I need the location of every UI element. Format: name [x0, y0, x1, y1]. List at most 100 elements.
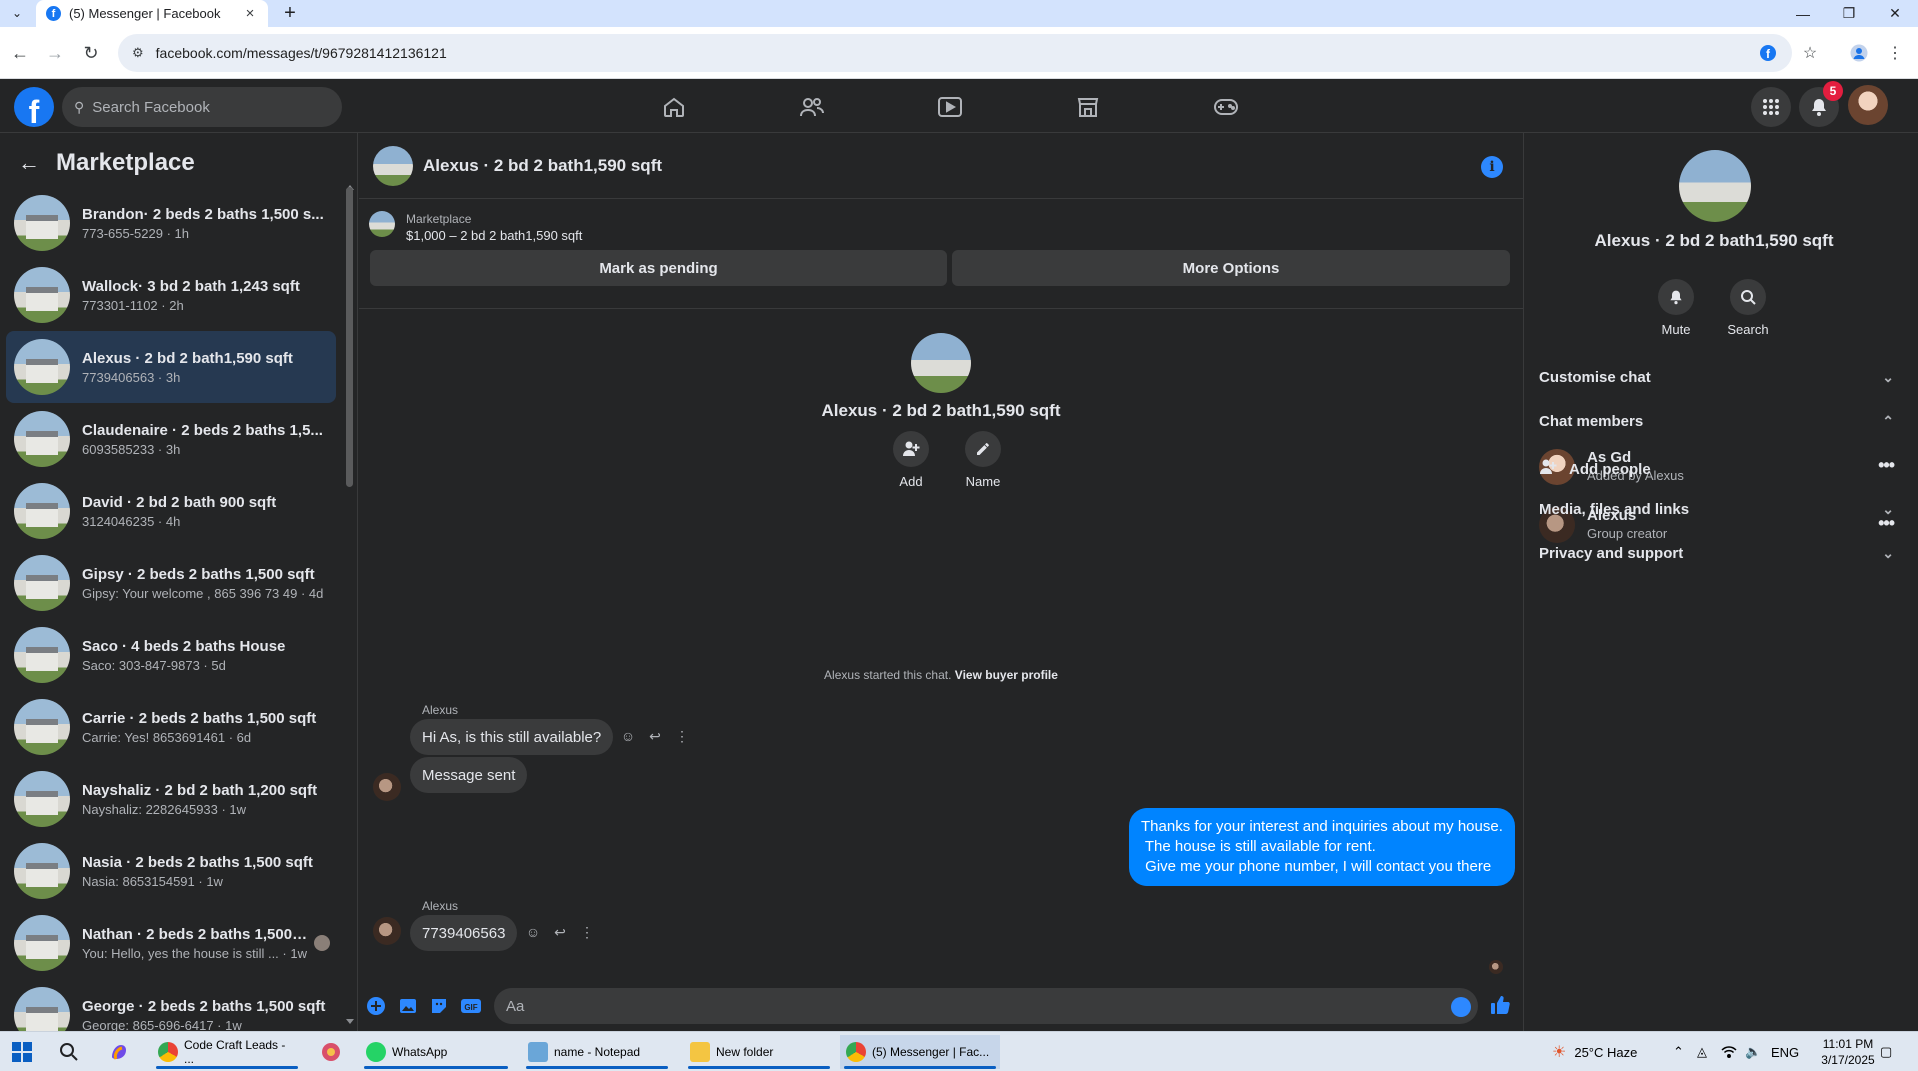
tray-overflow-icon[interactable]: ⌃: [1673, 1032, 1684, 1071]
conversation-item[interactable]: Nayshaliz · 2 bd 2 bath 1,200 sqft Naysha…: [6, 763, 336, 835]
home-icon[interactable]: [654, 87, 694, 127]
video-icon[interactable]: [930, 87, 970, 127]
search-label: Search: [1727, 322, 1769, 337]
more-actions-icon[interactable]: ⋮: [576, 921, 598, 943]
taskbar-app-explorer[interactable]: New folder: [684, 1035, 834, 1069]
react-emoji-icon[interactable]: ☺: [522, 921, 544, 943]
message-bubble[interactable]: Hi As, is this still available?: [410, 719, 614, 755]
conversation-item[interactable]: Wallock· 3 bd 2 bath 1,243 sqft 773301-11…: [6, 259, 336, 331]
tab-search-icon[interactable]: ⌄: [6, 2, 28, 24]
outgoing-message-bubble[interactable]: Thanks for your interest and inquiries a…: [1129, 808, 1515, 886]
reply-icon[interactable]: ↩: [644, 725, 666, 747]
facebook-search-input[interactable]: ⚲ Search Facebook: [62, 87, 342, 127]
forward-icon[interactable]: →: [42, 40, 68, 66]
close-window-icon[interactable]: ✕: [1872, 0, 1918, 27]
reload-icon[interactable]: ↻: [78, 40, 104, 66]
conversation-preview: 773-655-5229 · 1h: [82, 225, 189, 241]
conversation-item[interactable]: Nathan · 2 beds 2 baths 1,500 ... You: He…: [6, 907, 336, 979]
message-bubble[interactable]: 7739406563: [410, 915, 518, 951]
sticker-icon[interactable]: [428, 995, 450, 1017]
mark-as-pending-button[interactable]: Mark as pending: [370, 250, 947, 286]
message-bubble[interactable]: Message sent: [410, 757, 528, 793]
account-avatar[interactable]: [1848, 85, 1888, 125]
search-button[interactable]: Search: [1718, 279, 1778, 337]
emoji-icon[interactable]: [1451, 997, 1471, 1017]
back-arrow-icon[interactable]: ←: [18, 150, 40, 176]
taskbar-app-messenger[interactable]: (5) Messenger | Fac...: [840, 1035, 1000, 1069]
more-options-button[interactable]: More Options: [952, 250, 1510, 286]
conversation-item[interactable]: George · 2 beds 2 baths 1,500 sqft George…: [6, 979, 336, 1031]
language-indicator[interactable]: ENG: [1771, 1032, 1799, 1071]
friends-icon[interactable]: [792, 87, 832, 127]
start-button[interactable]: [12, 1042, 32, 1062]
listing-thumbnail: [14, 915, 70, 971]
add-button[interactable]: Add: [886, 431, 936, 489]
back-icon[interactable]: ←: [7, 40, 33, 66]
chat-members-section[interactable]: Chat members ⌃: [1539, 403, 1894, 439]
privacy-support-section[interactable]: Privacy and support ⌄: [1539, 535, 1894, 571]
gif-icon[interactable]: GIF: [460, 995, 482, 1017]
conversation-item[interactable]: Claudenaire · 2 beds 2 baths 1,5... 60935…: [6, 403, 336, 475]
view-buyer-profile-link[interactable]: View buyer profile: [955, 668, 1058, 682]
meet-now-icon[interactable]: ◬: [1697, 1032, 1707, 1071]
copilot-icon[interactable]: [107, 1040, 131, 1064]
conversation-item[interactable]: Gipsy · 2 beds 2 baths 1,500 sqft Gipsy: …: [6, 547, 336, 619]
conversation-preview: Gipsy: Your welcome , 865 396 73 49 · 4d: [82, 585, 324, 601]
conversation-item-active[interactable]: Alexus · 2 bd 2 bath1,590 sqft 7739406563…: [6, 331, 336, 403]
marketplace-icon[interactable]: [1068, 87, 1108, 127]
chat-title[interactable]: Alexus · 2 bd 2 bath1,590 sqft: [423, 156, 662, 176]
taskbar-app-chrome[interactable]: Code Craft Leads - ...: [152, 1035, 302, 1069]
chat-avatar[interactable]: [373, 145, 413, 186]
search-placeholder: Search Facebook: [92, 98, 210, 116]
member-options-icon[interactable]: •••: [1878, 455, 1895, 476]
search-icon: ⚲: [74, 98, 85, 115]
address-bar[interactable]: ⚙ facebook.com/messages/t/96792814121361…: [118, 34, 1792, 72]
conversation-item[interactable]: Saco · 4 beds 2 baths House Saco: 303-847…: [6, 619, 336, 691]
react-emoji-icon[interactable]: ☺: [617, 725, 639, 747]
taskbar-app-notepad[interactable]: name - Notepad: [522, 1035, 672, 1069]
media-files-links-section[interactable]: Media, files and links ⌄: [1539, 491, 1894, 527]
taskbar-app-whatsapp[interactable]: WhatsApp: [360, 1035, 512, 1069]
scroll-down-arrow-icon[interactable]: [346, 1019, 354, 1024]
browser-menu-icon[interactable]: ⋮: [1882, 40, 1908, 66]
weather-widget[interactable]: ☀ 25°C Haze: [1552, 1032, 1637, 1071]
add-people-button[interactable]: Add people: [1539, 455, 1651, 483]
sender-avatar[interactable]: [373, 917, 401, 945]
message-input[interactable]: Aa: [494, 988, 1478, 1024]
message-sender: Alexus: [422, 899, 459, 913]
gaming-icon[interactable]: [1206, 87, 1246, 127]
conversation-item[interactable]: Nasia · 2 beds 2 baths 1,500 sqft Nasia: …: [6, 835, 336, 907]
info-icon[interactable]: i: [1481, 156, 1503, 178]
volume-icon[interactable]: 🔈: [1745, 1032, 1761, 1071]
browser-tab[interactable]: f (5) Messenger | Facebook ×: [36, 0, 268, 27]
profile-icon[interactable]: [1846, 40, 1872, 66]
conversation-item[interactable]: Brandon· 2 beds 2 baths 1,500 s... 773-65…: [6, 187, 336, 259]
minimize-icon[interactable]: —: [1780, 0, 1826, 27]
plus-circle-icon[interactable]: [365, 995, 387, 1017]
sidebar-scrollbar[interactable]: [346, 187, 353, 487]
thumbs-up-icon[interactable]: [1489, 994, 1511, 1016]
facebook-extension-icon[interactable]: f: [1755, 40, 1781, 66]
new-tab-icon[interactable]: +: [280, 2, 300, 25]
menu-grid-icon[interactable]: [1751, 87, 1791, 127]
name-button[interactable]: Name: [958, 431, 1008, 489]
restore-icon[interactable]: ❐: [1826, 0, 1872, 27]
listing-price[interactable]: $1,000 – 2 bd 2 bath1,590 sqft: [406, 228, 582, 243]
site-info-icon[interactable]: ⚙: [132, 45, 144, 61]
photo-icon[interactable]: [397, 995, 419, 1017]
search-icon[interactable]: [57, 1040, 81, 1064]
wifi-icon[interactable]: [1721, 1032, 1737, 1071]
close-tab-icon[interactable]: ×: [242, 5, 258, 22]
conversation-item[interactable]: Carrie · 2 beds 2 baths 1,500 sqft Carrie…: [6, 691, 336, 763]
taskbar-app-label: WhatsApp: [392, 1045, 448, 1059]
mute-button[interactable]: Mute: [1646, 279, 1706, 337]
bookmark-star-icon[interactable]: ☆: [1797, 40, 1823, 66]
notification-center-icon[interactable]: ▢: [1880, 1032, 1892, 1071]
app-icon[interactable]: [319, 1040, 343, 1064]
sender-avatar[interactable]: [373, 773, 401, 801]
facebook-logo-icon[interactable]: f: [14, 87, 54, 127]
conversation-item[interactable]: David · 2 bd 2 bath 900 sqft 3124046235 ·…: [6, 475, 336, 547]
customise-chat-section[interactable]: Customise chat ⌄: [1539, 359, 1894, 395]
more-actions-icon[interactable]: ⋮: [671, 725, 693, 747]
reply-icon[interactable]: ↩: [549, 921, 571, 943]
